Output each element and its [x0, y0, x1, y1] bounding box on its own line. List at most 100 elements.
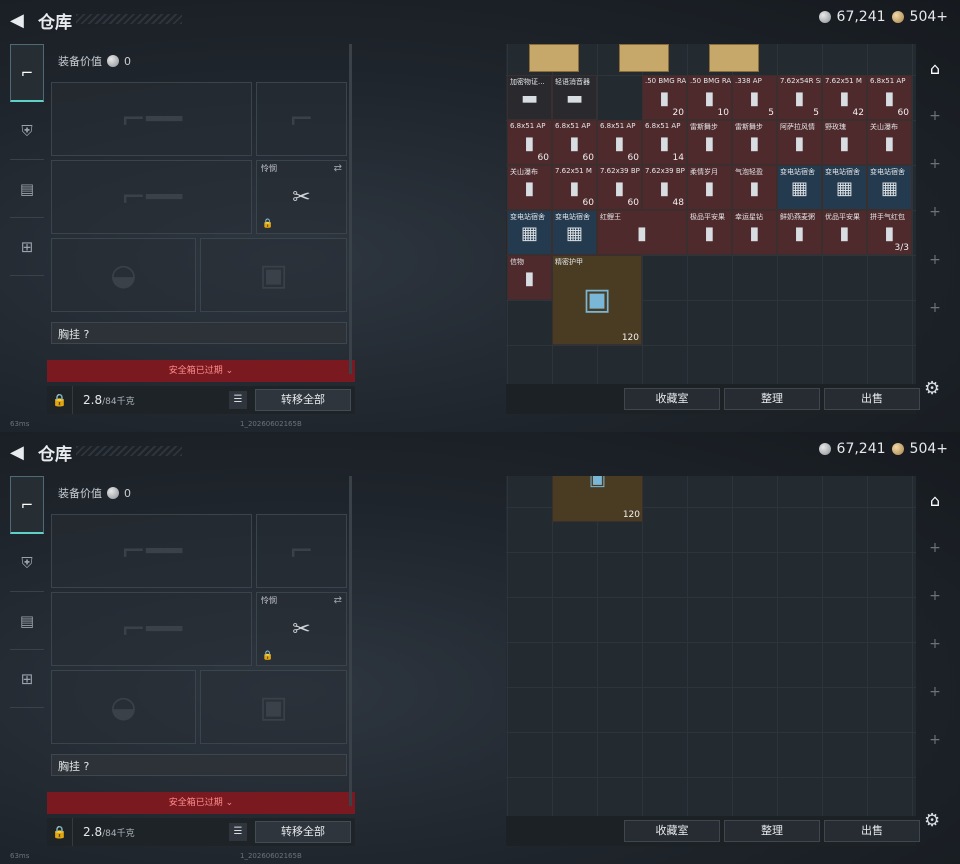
- stash-item[interactable]: 6.8x51 AP ▮ 60: [597, 120, 642, 165]
- add-tab-icon[interactable]: +: [920, 572, 950, 620]
- sell-button[interactable]: 出售: [824, 820, 920, 842]
- stash-item[interactable]: 柔情岁月 ▮: [687, 165, 732, 210]
- stash-item[interactable]: 6.8x51 AP ▮ 60: [867, 75, 912, 120]
- stash-item[interactable]: 6.8x51 AP ▮ 60: [507, 120, 552, 165]
- stash-item[interactable]: 7.62x39 BP ▮ 48: [642, 165, 687, 210]
- collection-button[interactable]: 收藏室: [624, 820, 720, 842]
- item-icon: ▦: [520, 223, 538, 244]
- stash-item[interactable]: 红鲤王 ▮: [597, 210, 687, 255]
- stash-item[interactable]: 关山瀑布 ▮: [867, 120, 912, 165]
- stash-item[interactable]: 气泡轻盈 ▮: [732, 165, 777, 210]
- stash-item[interactable]: 7.62x39 BP ▮ 60: [597, 165, 642, 210]
- stash-grid[interactable]: 加密物证... ▬ 轻语消音器 ▬ .50 BMG RAP ▮ 20.50 BMG RA ▮ 1…: [506, 44, 916, 384]
- lock-icon[interactable]: 🔒: [47, 818, 73, 846]
- settings-gear-icon[interactable]: ⚙: [924, 378, 940, 399]
- helmet-slot[interactable]: ◒: [51, 670, 196, 744]
- crate-item[interactable]: [529, 44, 579, 72]
- add-tab-icon[interactable]: +: [920, 140, 950, 188]
- stash-grid[interactable]: ▣ 120: [506, 476, 916, 816]
- stash-item[interactable]: 轻语消音器 ▬: [552, 75, 597, 120]
- stash-item[interactable]: .338 AP ▮ 5: [732, 75, 777, 120]
- stash-item[interactable]: 鲜奶燕麦粥 ▮: [777, 210, 822, 255]
- stash-item[interactable]: 雷斯舞步 ▮: [732, 120, 777, 165]
- chest-rig-row[interactable]: 胸挂 ?: [51, 754, 347, 776]
- list-icon[interactable]: ☰: [229, 391, 247, 409]
- transfer-all-button[interactable]: 转移全部: [255, 389, 351, 411]
- briefcase-tab-icon[interactable]: ⊞: [10, 650, 44, 708]
- stash-item[interactable]: 拼手气红包 ▮ 3/3: [867, 210, 912, 255]
- add-tab-icon[interactable]: +: [920, 524, 950, 572]
- safe-box-expired-banner[interactable]: 安全箱已过期 ⌄: [47, 360, 355, 382]
- add-tab-icon[interactable]: +: [920, 716, 950, 764]
- stash-item[interactable]: 雷斯舞步 ▮: [687, 120, 732, 165]
- transfer-all-button[interactable]: 转移全部: [255, 821, 351, 843]
- crate-item[interactable]: [709, 44, 759, 72]
- crate-item[interactable]: [619, 44, 669, 72]
- clipboard-tab-icon[interactable]: ▤: [10, 592, 44, 650]
- organize-button[interactable]: 整理: [724, 820, 820, 842]
- add-tab-icon[interactable]: +: [920, 92, 950, 140]
- stash-item[interactable]: 变电站宿舍 ▦: [552, 210, 597, 255]
- clipboard-tab-icon[interactable]: ▤: [10, 160, 44, 218]
- add-tab-icon[interactable]: +: [920, 188, 950, 236]
- add-tab-icon[interactable]: +: [920, 284, 950, 332]
- list-icon[interactable]: ☰: [229, 823, 247, 841]
- stash-item[interactable]: .50 BMG RAP ▮ 20: [642, 75, 687, 120]
- lock-icon[interactable]: 🔒: [47, 386, 73, 414]
- settings-gear-icon[interactable]: ⚙: [924, 810, 940, 831]
- stash-item[interactable]: 7.62x54R SNB ▮ 5: [777, 75, 822, 120]
- stash-item[interactable]: 野玫瑰 ▮: [822, 120, 867, 165]
- armor-tab-icon[interactable]: ⛨: [10, 102, 44, 160]
- pistol-slot[interactable]: ⌐: [256, 514, 347, 588]
- gold-amount[interactable]: 504+: [910, 9, 948, 25]
- add-tab-icon[interactable]: +: [920, 668, 950, 716]
- gear-scrollbar[interactable]: [349, 476, 352, 806]
- back-arrow-icon[interactable]: ◀: [10, 442, 24, 463]
- stash-item[interactable]: 阿萨拉风情 ▮: [777, 120, 822, 165]
- chest-rig-row[interactable]: 胸挂 ?: [51, 322, 347, 344]
- stash-item[interactable]: 变电站宿舍 ▦: [867, 165, 912, 210]
- organize-button[interactable]: 整理: [724, 388, 820, 410]
- stash-item[interactable]: 优品平安果 ▮: [822, 210, 867, 255]
- add-tab-icon[interactable]: +: [920, 620, 950, 668]
- armor-case-item[interactable]: 精密护甲 ▣ 120: [552, 255, 642, 345]
- warehouse-tab-icon[interactable]: ⌂: [920, 476, 950, 524]
- secondary-weapon-slot[interactable]: ⌐━━: [51, 160, 252, 234]
- stash-item[interactable]: 变电站宿舍 ▦: [507, 210, 552, 255]
- gear-scrollbar[interactable]: [349, 44, 352, 374]
- body-armor-slot[interactable]: ▣: [200, 670, 347, 744]
- armor-tab-icon[interactable]: ⛨: [10, 534, 44, 592]
- secondary-weapon-slot[interactable]: ⌐━━: [51, 592, 252, 666]
- body-armor-slot[interactable]: ▣: [200, 238, 347, 312]
- stash-item[interactable]: 7.62x51 M ▮ 42: [822, 75, 867, 120]
- safe-box-expired-banner[interactable]: 安全箱已过期 ⌄: [47, 792, 355, 814]
- stash-item[interactable]: 加密物证... ▬: [507, 75, 552, 120]
- stash-item[interactable]: 变电站宿舍 ▦: [777, 165, 822, 210]
- weapon-tab-icon[interactable]: ⌐: [10, 476, 44, 534]
- stash-item[interactable]: 变电站宿舍 ▦: [822, 165, 867, 210]
- helmet-slot[interactable]: ◒: [51, 238, 196, 312]
- stash-item[interactable]: 6.8x51 AP ▮ 60: [552, 120, 597, 165]
- stash-item[interactable]: 关山瀑布 ▮: [507, 165, 552, 210]
- primary-weapon-slot[interactable]: ⌐━━: [51, 514, 252, 588]
- collection-button[interactable]: 收藏室: [624, 388, 720, 410]
- briefcase-tab-icon[interactable]: ⊞: [10, 218, 44, 276]
- stash-item[interactable]: 6.8x51 AP ▮ 14: [642, 120, 687, 165]
- armor-case-item[interactable]: ▣ 120: [552, 476, 643, 522]
- stash-item[interactable]: 7.62x51 M ▮ 60: [552, 165, 597, 210]
- item-icon: ▮: [749, 178, 760, 199]
- knife-slot[interactable]: 怜悯 ⇄ ✂ 🔒: [256, 160, 347, 234]
- warehouse-tab-icon[interactable]: ⌂: [920, 44, 950, 92]
- stash-item[interactable]: .50 BMG RA ▮ 10: [687, 75, 732, 120]
- stash-item[interactable]: 极品平安果 ▮: [687, 210, 732, 255]
- knife-slot[interactable]: 怜悯 ⇄ ✂ 🔒: [256, 592, 347, 666]
- weapon-tab-icon[interactable]: ⌐: [10, 44, 44, 102]
- add-tab-icon[interactable]: +: [920, 236, 950, 284]
- stash-item[interactable]: 信物 ▮: [507, 255, 552, 300]
- sell-button[interactable]: 出售: [824, 388, 920, 410]
- gold-amount[interactable]: 504+: [910, 441, 948, 457]
- back-arrow-icon[interactable]: ◀: [10, 10, 24, 31]
- pistol-slot[interactable]: ⌐: [256, 82, 347, 156]
- stash-item[interactable]: 幸运星钻 ▮: [732, 210, 777, 255]
- primary-weapon-slot[interactable]: ⌐━━: [51, 82, 252, 156]
